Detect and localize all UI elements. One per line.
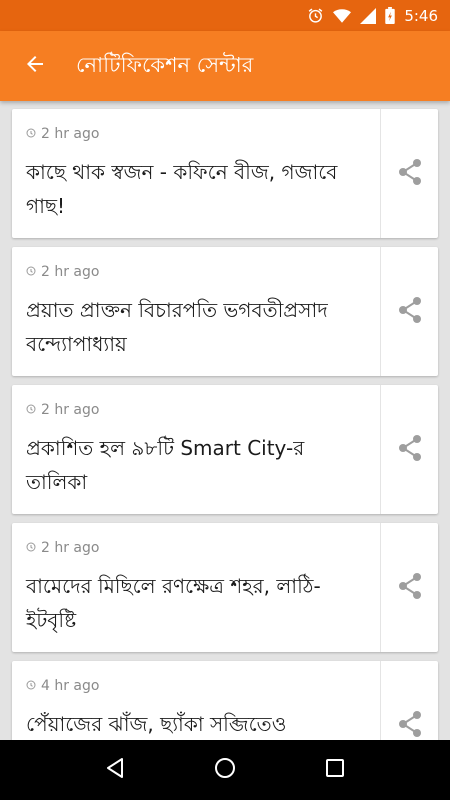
app-bar: নোটিফিকেশন সেন্টার	[0, 31, 450, 101]
share-icon	[397, 572, 423, 604]
home-circle-icon	[214, 757, 236, 783]
time-row: 4 hr ago	[26, 675, 380, 697]
share-icon	[397, 158, 423, 190]
status-bar: 5:46	[0, 0, 450, 31]
battery-icon	[385, 7, 396, 24]
notification-list[interactable]: 2 hr ago কাছে থাক স্বজন - কফিনে বীজ, গজা…	[0, 101, 450, 740]
alarm-icon	[307, 7, 324, 24]
time-ago: 2 hr ago	[41, 540, 100, 556]
share-button[interactable]	[381, 109, 438, 238]
notification-content[interactable]: 2 hr ago প্রয়াত প্রাক্তন বিচারপতি ভগবতী…	[12, 247, 380, 376]
nav-recents-button[interactable]	[310, 745, 360, 795]
time-ago: 2 hr ago	[41, 264, 100, 280]
headline: প্রয়াত প্রাক্তন বিচারপতি ভগবতীপ্রসাদ বন…	[26, 298, 328, 356]
clock-icon	[26, 540, 36, 556]
notification-card[interactable]: 2 hr ago বামেদের মিছিলে রণক্ষেত্র শহর, ল…	[12, 523, 438, 652]
notification-content[interactable]: 2 hr ago প্রকাশিত হল ৯৮টি Smart City-র ত…	[12, 385, 380, 514]
headline: বামেদের মিছিলে রণক্ষেত্র শহর, লাঠি-ইটবৃষ…	[26, 574, 321, 632]
headline: পেঁয়াজের ঝাঁজ, ছ্যাঁকা সব্জিতেও	[26, 712, 287, 736]
back-button[interactable]	[0, 31, 70, 101]
page-title: নোটিফিকেশন সেন্টার	[76, 52, 254, 77]
share-icon	[397, 296, 423, 328]
arrow-back-icon	[23, 52, 47, 80]
notification-card[interactable]: 2 hr ago প্রকাশিত হল ৯৮টি Smart City-র ত…	[12, 385, 438, 514]
clock-icon	[26, 264, 36, 280]
share-icon	[397, 710, 423, 741]
signal-icon	[360, 7, 377, 24]
wifi-icon	[333, 8, 352, 24]
time-row: 2 hr ago	[26, 399, 380, 421]
notification-card[interactable]: 4 hr ago পেঁয়াজের ঝাঁজ, ছ্যাঁকা সব্জিতে…	[12, 661, 438, 740]
headline: প্রকাশিত হল ৯৮টি Smart City-র তালিকা	[26, 436, 305, 494]
time-row: 2 hr ago	[26, 123, 380, 145]
clock-icon	[26, 678, 36, 694]
back-triangle-icon	[104, 757, 126, 783]
system-nav-bar	[0, 740, 450, 800]
share-icon	[397, 434, 423, 466]
notification-card[interactable]: 2 hr ago প্রয়াত প্রাক্তন বিচারপতি ভগবতী…	[12, 247, 438, 376]
recents-square-icon	[325, 758, 345, 782]
status-time: 5:46	[404, 6, 438, 25]
share-button[interactable]	[381, 661, 438, 740]
notification-content[interactable]: 2 hr ago বামেদের মিছিলে রণক্ষেত্র শহর, ল…	[12, 523, 380, 652]
share-button[interactable]	[381, 523, 438, 652]
time-ago: 2 hr ago	[41, 402, 100, 418]
time-ago: 2 hr ago	[41, 126, 100, 142]
headline: কাছে থাক স্বজন - কফিনে বীজ, গজাবে গাছ!	[26, 160, 338, 218]
nav-home-button[interactable]	[200, 745, 250, 795]
time-ago: 4 hr ago	[41, 678, 100, 694]
nav-back-button[interactable]	[90, 745, 140, 795]
notification-content[interactable]: 4 hr ago পেঁয়াজের ঝাঁজ, ছ্যাঁকা সব্জিতে…	[12, 661, 380, 740]
notification-card[interactable]: 2 hr ago কাছে থাক স্বজন - কফিনে বীজ, গজা…	[12, 109, 438, 238]
time-row: 2 hr ago	[26, 261, 380, 283]
time-row: 2 hr ago	[26, 537, 380, 559]
share-button[interactable]	[381, 385, 438, 514]
clock-icon	[26, 402, 36, 418]
notification-content[interactable]: 2 hr ago কাছে থাক স্বজন - কফিনে বীজ, গজা…	[12, 109, 380, 238]
share-button[interactable]	[381, 247, 438, 376]
clock-icon	[26, 126, 36, 142]
